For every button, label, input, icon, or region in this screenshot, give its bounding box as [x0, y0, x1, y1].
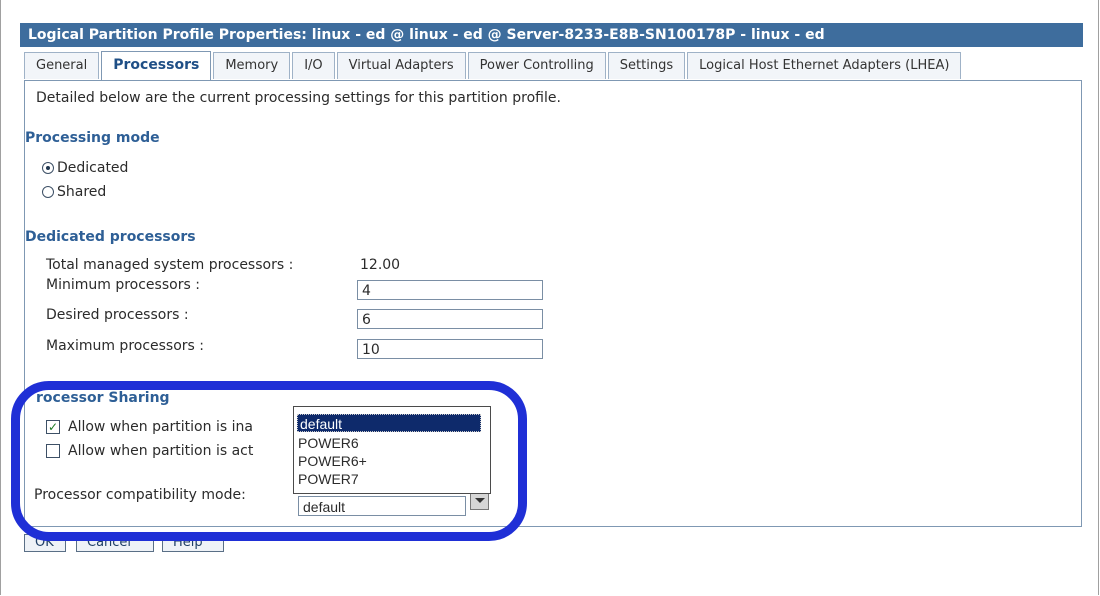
- tab-memory[interactable]: Memory: [213, 52, 291, 79]
- allow-active-checkbox[interactable]: Allow when partition is act: [46, 443, 253, 459]
- maximum-processors-label: Maximum processors :: [46, 338, 205, 354]
- radio-dedicated[interactable]: Dedicated: [42, 160, 128, 176]
- tab-virtual-adapters[interactable]: Virtual Adapters: [336, 52, 466, 79]
- minimum-processors-label: Minimum processors :: [46, 277, 200, 293]
- processor-sharing-heading: rocessor Sharing: [36, 390, 170, 406]
- maximum-processors-input[interactable]: 10: [357, 339, 543, 359]
- window-title: Logical Partition Profile Properties: li…: [20, 23, 1083, 47]
- empty-checkbox-icon[interactable]: [46, 444, 60, 458]
- option-default[interactable]: default: [297, 414, 481, 432]
- radio-shared-label: Shared: [57, 184, 107, 200]
- total-processors-label: Total managed system processors :: [46, 257, 294, 273]
- radio-shared[interactable]: Shared: [42, 184, 106, 200]
- option-power6[interactable]: POWER6: [298, 434, 359, 452]
- allow-active-label: Allow when partition is act: [68, 443, 254, 459]
- option-power7[interactable]: POWER7: [298, 470, 359, 488]
- option-power6-plus[interactable]: POWER6+: [298, 452, 367, 470]
- tab-processors[interactable]: Processors: [101, 51, 212, 80]
- allow-inactive-checkbox[interactable]: ✓ Allow when partition is ina: [46, 419, 253, 435]
- tab-general[interactable]: General: [24, 52, 100, 79]
- allow-inactive-label: Allow when partition is ina: [68, 419, 253, 435]
- compatibility-mode-input[interactable]: default: [298, 496, 466, 516]
- tab-io[interactable]: I/O: [292, 52, 335, 79]
- radio-dedicated-label: Dedicated: [57, 160, 129, 176]
- tab-bar: General Processors Memory I/O Virtual Ad…: [24, 51, 963, 80]
- compatibility-mode-label: Processor compatibility mode:: [34, 487, 246, 503]
- desired-processors-input[interactable]: 6: [357, 309, 543, 329]
- ok-button[interactable]: OK: [24, 534, 66, 552]
- intro-text: Detailed below are the current processin…: [36, 90, 561, 106]
- processing-mode-heading: Processing mode: [25, 130, 160, 146]
- tab-settings[interactable]: Settings: [607, 52, 686, 79]
- tab-lhea[interactable]: Logical Host Ethernet Adapters (LHEA): [687, 52, 962, 79]
- compatibility-mode-dropdown[interactable]: default POWER6 POWER6+ POWER7: [293, 406, 491, 494]
- desired-processors-label: Desired processors :: [46, 307, 189, 323]
- processors-panel: [24, 80, 1082, 527]
- radio-selected-icon[interactable]: [42, 162, 54, 174]
- cancel-button[interactable]: Cancel: [76, 534, 154, 552]
- tab-power-controlling[interactable]: Power Controlling: [467, 52, 606, 79]
- minimum-processors-input[interactable]: 4: [357, 280, 543, 300]
- radio-unselected-icon[interactable]: [42, 186, 54, 198]
- dedicated-processors-heading: Dedicated processors: [25, 229, 196, 245]
- help-button[interactable]: Help: [162, 534, 224, 552]
- total-processors-value: 12.00: [360, 257, 401, 273]
- checkmark-icon[interactable]: ✓: [46, 420, 60, 434]
